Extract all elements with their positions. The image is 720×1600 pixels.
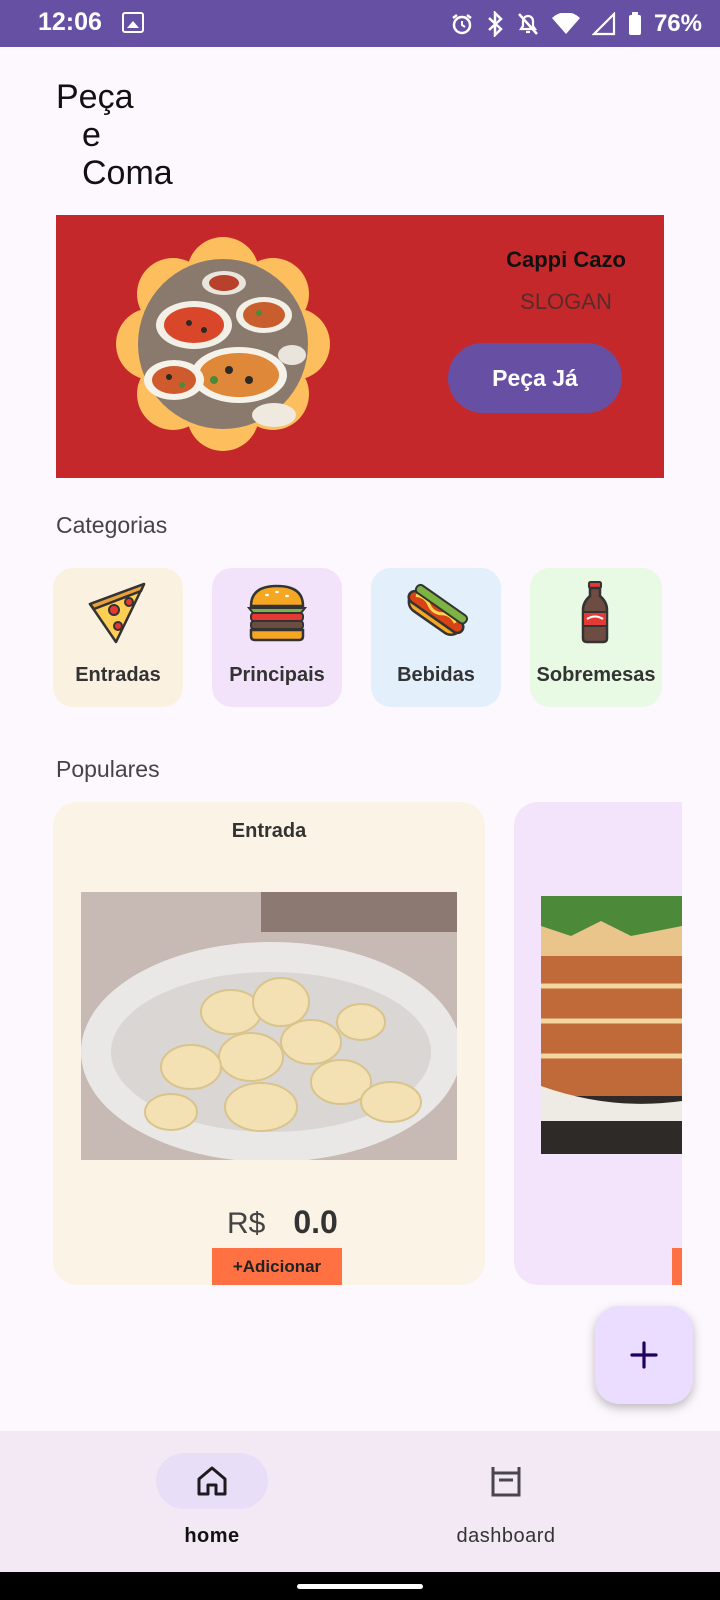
popular-item-card[interactable] — [514, 802, 682, 1285]
price-value: 0.0 — [293, 1204, 338, 1240]
categories-title: Categorias — [56, 512, 168, 538]
battery-icon — [628, 12, 641, 35]
gallery-icon — [122, 12, 144, 33]
home-icon — [197, 1466, 227, 1496]
popular-item-category: Entrada — [231, 820, 307, 842]
bottom-navigation: home dashboard — [0, 1431, 720, 1572]
mute-icon — [518, 13, 538, 35]
category-principais[interactable]: Principais — [212, 568, 342, 707]
price-row: R$ 0.0 — [227, 1204, 338, 1241]
category-label: Sobremesas — [536, 664, 656, 686]
app-title-line3: Coma — [82, 154, 173, 192]
restaurant-name: Cappi Cazo — [506, 247, 626, 272]
restaurant-food-image — [116, 237, 330, 451]
category-bebidas[interactable]: Bebidas — [371, 568, 501, 707]
popular-title: Populares — [56, 756, 160, 782]
pizza-icon — [88, 582, 146, 644]
nav-item-dashboard[interactable]: dashboard — [416, 1431, 596, 1572]
app-title: Peça e Coma — [56, 78, 173, 192]
nav-item-home[interactable]: home — [122, 1431, 302, 1572]
nav-label-dashboard: dashboard — [456, 1525, 556, 1547]
bluetooth-icon — [488, 11, 503, 37]
category-sobremesas[interactable]: Sobremesas — [530, 568, 662, 707]
price-currency: R$ — [227, 1207, 266, 1240]
soda-bottle-icon — [581, 581, 609, 644]
category-label: Bebidas — [397, 664, 475, 686]
category-entradas[interactable]: Entradas — [53, 568, 183, 707]
wifi-icon — [551, 13, 580, 34]
status-icons: 76% — [450, 10, 702, 38]
status-bar: 12:06 76% — [0, 0, 720, 47]
app-title-line1: Peça — [56, 78, 134, 116]
add-to-cart-button-partial[interactable] — [672, 1248, 682, 1285]
gesture-handle[interactable] — [297, 1584, 423, 1589]
category-label: Principais — [229, 664, 325, 686]
system-gesture-bar — [0, 1572, 720, 1600]
gnocchi-image — [81, 892, 457, 1160]
nav-label-home: home — [184, 1525, 240, 1547]
dashboard-icon — [491, 1467, 521, 1497]
popular-item-card[interactable]: Entrada R$ 0.0 +Adicionar — [53, 802, 485, 1285]
restaurant-slogan: SLOGAN — [520, 289, 612, 314]
status-time: 12:06 — [38, 8, 102, 36]
app-title-line2: e — [82, 116, 101, 154]
burger-icon — [246, 584, 308, 642]
hotdog-icon — [407, 583, 468, 636]
alarm-icon — [452, 14, 472, 35]
lasagna-image — [541, 896, 682, 1154]
category-label: Entradas — [75, 664, 161, 686]
order-now-button[interactable]: Peça Já — [448, 343, 622, 413]
add-to-cart-button[interactable]: +Adicionar — [212, 1248, 342, 1285]
plus-icon — [630, 1341, 658, 1369]
add-fab-button[interactable] — [595, 1306, 693, 1404]
signal-icon — [591, 12, 616, 36]
promo-banner: Cappi Cazo SLOGAN Peça Já — [56, 215, 664, 478]
battery-percent: 76% — [653, 10, 702, 37]
